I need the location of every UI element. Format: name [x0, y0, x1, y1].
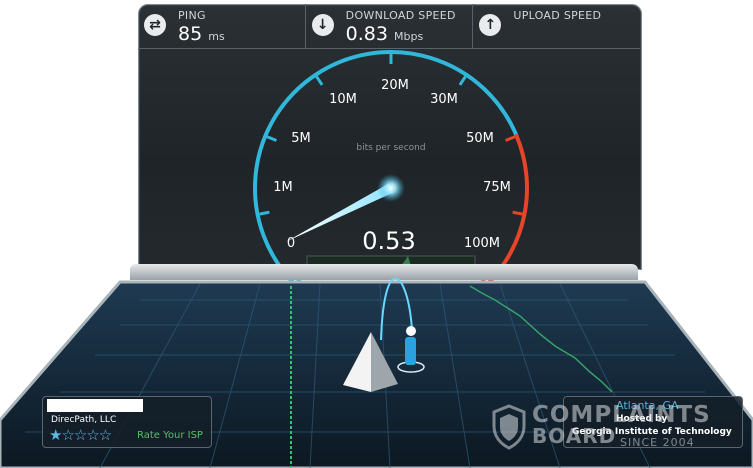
shield-icon [492, 404, 526, 450]
scale-label-10m: 10M [329, 92, 357, 107]
gauge-hub [377, 174, 405, 202]
gauge-tick [504, 135, 516, 142]
gauge-tick [458, 75, 467, 86]
user-figure-icon [405, 337, 416, 365]
current-speed-reading: 0.53 [362, 227, 415, 255]
watermark: COMPLAINTS BOARD SINCE 2004 [492, 402, 710, 460]
gauge-tick [512, 210, 523, 216]
isp-name: DirecPath, LLC [51, 415, 117, 425]
scale-label-50m: 50M [466, 131, 494, 146]
gauge-tick [266, 135, 278, 142]
scale-label-5m: 5M [291, 131, 311, 146]
scale-label-30m: 30M [430, 92, 458, 107]
scale-label-100m: 100M [464, 236, 500, 251]
scale-label-75m: 75M [483, 180, 511, 195]
isp-rating-stars[interactable]: ★☆☆☆☆ [49, 426, 112, 444]
rate-isp-link[interactable]: Rate Your ISP [137, 430, 203, 441]
scale-label-1m: 1M [273, 180, 293, 195]
scale-label-20m: 20M [381, 78, 409, 93]
watermark-line2: BOARD [532, 424, 617, 448]
isp-panel: DirecPath, LLC ★☆☆☆☆ Rate Your ISP [42, 396, 212, 448]
redaction-bar [47, 399, 143, 412]
gauge-arc-high [485, 133, 529, 287]
watermark-since: SINCE 2004 [620, 436, 695, 449]
scale-label-0: 0 [287, 236, 295, 251]
gauge-tick [259, 210, 270, 216]
gauge-tick [315, 75, 324, 86]
speed-gauge: bits per second 0 1M 5M 10M 20M 30M 50M … [253, 50, 529, 287]
gauge-caption: bits per second [356, 143, 425, 153]
